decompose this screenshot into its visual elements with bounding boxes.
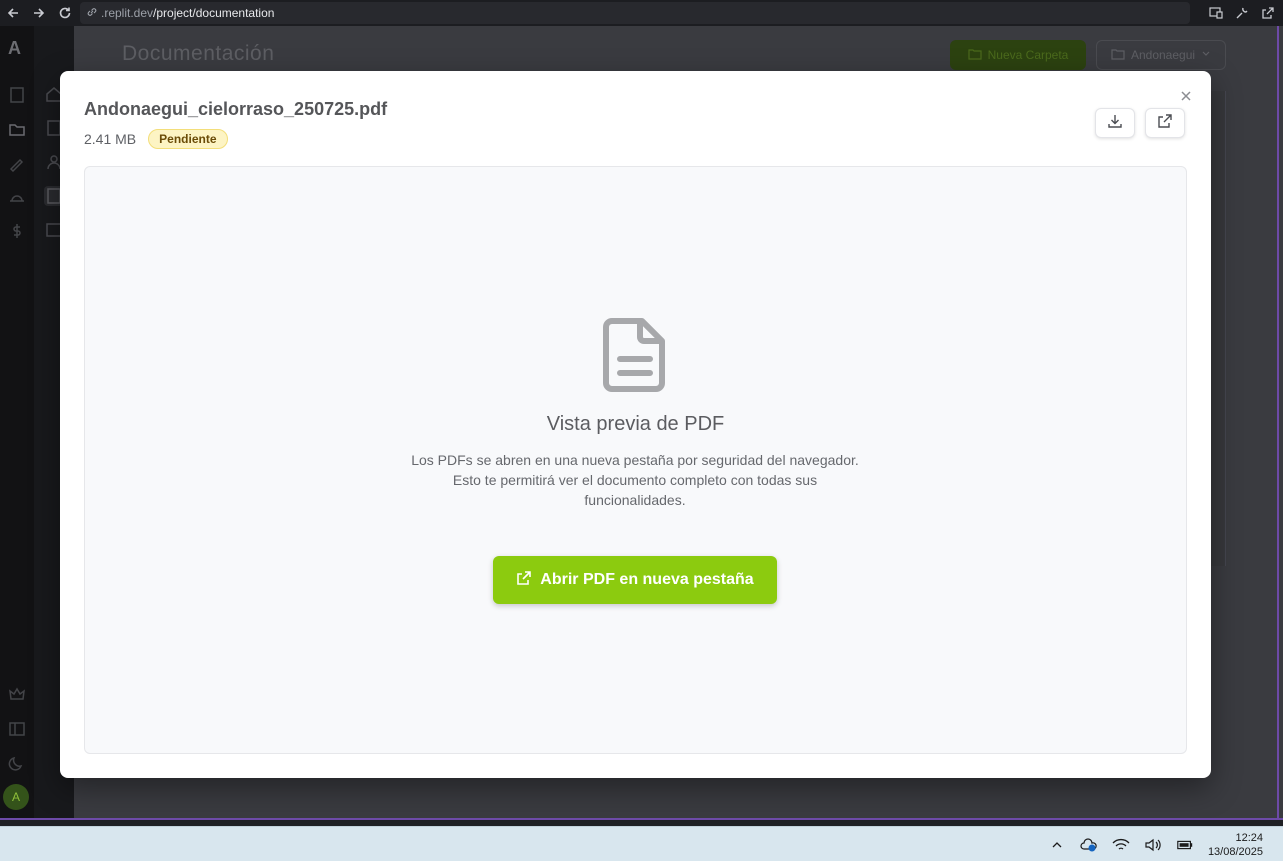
project-selector-label: Andonaegui (1130, 48, 1196, 62)
os-taskbar: 12:24 13/08/2025 (0, 826, 1283, 861)
browser-toolbar: .replit.dev/project/documentation (0, 0, 1283, 26)
battery-icon[interactable] (1176, 836, 1194, 854)
icon-rail: A A (0, 26, 34, 820)
link-icon (86, 6, 98, 21)
volume-icon[interactable] (1144, 836, 1162, 854)
file-document-icon (602, 317, 668, 393)
preview-heading: Vista previa de PDF (546, 413, 725, 435)
preview-description: Los PDFs se abren en una nueva pestaña p… (411, 452, 859, 508)
app-logo: A (8, 38, 21, 58)
external-link-icon[interactable] (1259, 4, 1277, 22)
folder-plus-icon (968, 47, 982, 64)
open-pdf-button[interactable]: Abrir PDF en nueva pestaña (493, 556, 777, 604)
download-icon (1107, 113, 1123, 134)
external-link-icon (516, 570, 532, 591)
cloud-sync-icon[interactable] (1080, 836, 1098, 854)
notebook-icon[interactable] (8, 86, 26, 104)
preview-area: Vista previa de PDF Los PDFs se abren en… (84, 166, 1187, 754)
system-clock[interactable]: 12:24 13/08/2025 (1208, 831, 1263, 859)
download-button[interactable] (1095, 108, 1135, 138)
sidebar-toggle-icon[interactable] (8, 720, 26, 738)
browser-actions (1207, 0, 1277, 26)
close-icon[interactable] (1177, 87, 1195, 105)
folder-icon (1111, 47, 1125, 64)
address-bar[interactable]: .replit.dev/project/documentation (80, 2, 1190, 24)
window-frame-border (0, 818, 1283, 820)
folder-icon[interactable] (8, 120, 26, 138)
chevron-up-icon[interactable] (1048, 836, 1066, 854)
crown-icon[interactable] (8, 686, 26, 704)
chevron-down-icon (1201, 48, 1211, 62)
wrench-icon[interactable] (1233, 4, 1251, 22)
open-external-button[interactable] (1145, 108, 1185, 138)
back-arrow-icon[interactable] (0, 0, 26, 26)
open-pdf-label: Abrir PDF en nueva pestaña (540, 571, 754, 588)
dollar-icon[interactable] (8, 222, 26, 240)
forward-arrow-icon[interactable] (26, 0, 52, 26)
url-path: /project/documentation (153, 6, 275, 20)
brush-icon[interactable] (8, 154, 26, 173)
wifi-icon[interactable] (1112, 836, 1130, 854)
user-avatar[interactable]: A (3, 784, 29, 810)
page-title: Documentación (122, 42, 275, 65)
status-badge: Pendiente (148, 129, 228, 149)
project-selector[interactable]: Andonaegui (1096, 40, 1226, 70)
new-folder-label: Nueva Carpeta (987, 48, 1069, 62)
url-host: .replit.dev (101, 6, 154, 20)
clock-time: 12:24 (1235, 831, 1263, 844)
cast-icon[interactable] (1207, 4, 1225, 22)
reload-icon[interactable] (52, 0, 78, 26)
file-name: Andonaegui_cielorraso_250725.pdf (84, 99, 388, 119)
theme-moon-icon[interactable] (8, 754, 26, 772)
external-link-icon (1157, 113, 1173, 134)
window-frame-border-right (1277, 26, 1279, 820)
pdf-preview-modal: Andonaegui_cielorraso_250725.pdf 2.41 MB… (60, 71, 1211, 778)
clock-date: 13/08/2025 (1207, 845, 1263, 858)
new-folder-button[interactable]: Nueva Carpeta (950, 40, 1086, 70)
system-tray: 12:24 13/08/2025 (1048, 827, 1263, 861)
helmet-icon[interactable] (8, 188, 26, 206)
file-size: 2.41 MB (84, 131, 137, 147)
file-meta: 2.41 MB Pendiente (84, 129, 228, 149)
